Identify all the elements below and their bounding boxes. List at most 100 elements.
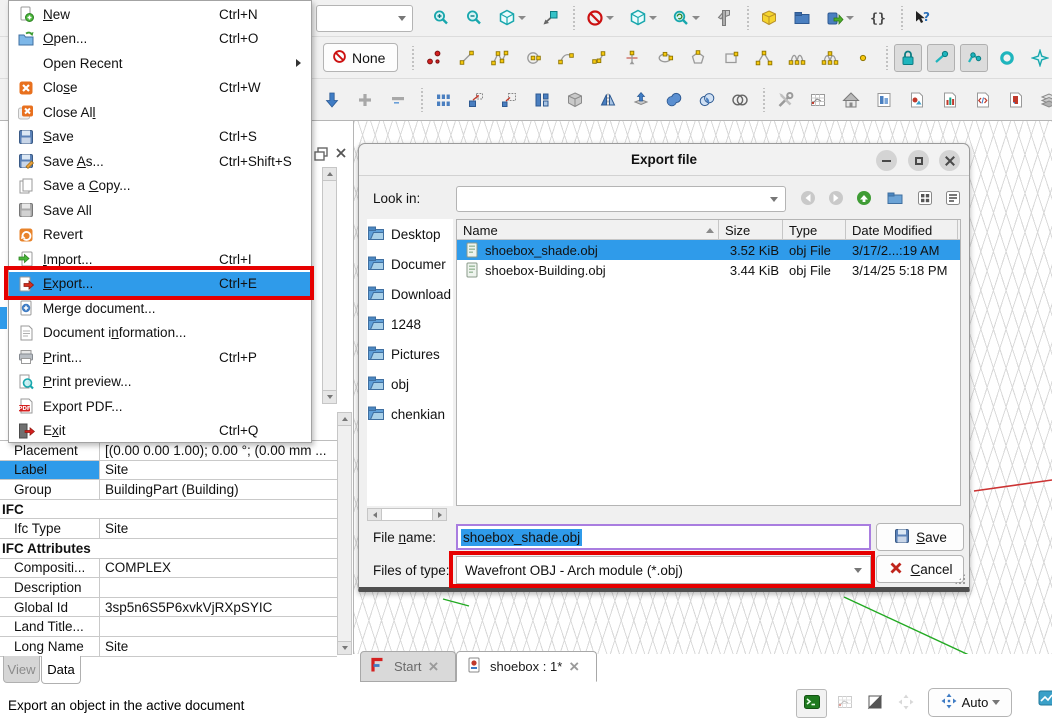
maximize-button[interactable] — [908, 150, 929, 171]
draft-line-tool[interactable] — [453, 44, 481, 72]
snap-endpoint-button[interactable] — [927, 44, 955, 72]
place-download[interactable]: Download — [367, 279, 453, 309]
up-directory-button[interactable] — [852, 187, 876, 211]
menu-item-export-pdf[interactable]: PDFExport PDF... — [9, 394, 311, 419]
property-row-compositi[interactable]: Compositi...COMPLEX — [0, 559, 337, 579]
add-component-button[interactable] — [351, 86, 379, 114]
layers-button[interactable] — [1035, 86, 1052, 114]
utility-tools-button[interactable] — [771, 86, 799, 114]
bim-box-button[interactable] — [755, 4, 783, 32]
property-row-placement[interactable]: Placement[(0.00 0.00 1.00); 0.00 °; (0.0… — [0, 441, 337, 461]
union-button[interactable] — [660, 86, 688, 114]
snap-special-button[interactable] — [1026, 44, 1052, 72]
property-row-ifc-type[interactable]: Ifc TypeSite — [0, 519, 337, 539]
menu-item-merge-document[interactable]: Merge document... — [9, 296, 311, 321]
draw-style-toggle-button[interactable] — [863, 691, 887, 715]
menu-item-print[interactable]: Print...Ctrl+P — [9, 345, 311, 370]
menu-item-new[interactable]: NewCtrl+N — [9, 2, 311, 27]
draft-fillet-tool[interactable] — [618, 44, 646, 72]
column-header-date-modified[interactable]: Date Modified — [846, 220, 958, 239]
arch-component-button[interactable] — [318, 86, 346, 114]
array-button[interactable] — [429, 86, 457, 114]
place-desktop[interactable]: Desktop — [367, 219, 453, 249]
report-button[interactable] — [1002, 86, 1030, 114]
dock-float-icon[interactable] — [314, 147, 330, 163]
menu-item-print-preview[interactable]: Print preview... — [9, 370, 311, 395]
menu-item-save-a-copy[interactable]: Save a Copy... — [9, 174, 311, 199]
bim-code-button[interactable]: {} — [864, 4, 892, 32]
menu-item-close-all[interactable]: Close All — [9, 100, 311, 125]
document-tab-shoebox[interactable]: shoebox : 1* × — [456, 651, 597, 682]
python-console-button[interactable] — [796, 689, 827, 718]
forward-button[interactable] — [824, 187, 848, 211]
draft-polyline-tool[interactable] — [486, 44, 514, 72]
menu-item-save-as[interactable]: Save As...Ctrl+Shift+S — [9, 149, 311, 174]
property-row-global-id[interactable]: Global Id3sp5n6S5P6xvkVjRXpSYIC — [0, 598, 337, 618]
sketch-view-button[interactable] — [804, 86, 832, 114]
menu-item-revert[interactable]: Revert — [9, 223, 311, 248]
compound-button[interactable] — [561, 86, 589, 114]
snap-center-button[interactable] — [993, 44, 1021, 72]
document-tab-start[interactable]: Start × — [360, 651, 456, 682]
autogroup-none-button[interactable]: None — [323, 43, 398, 72]
draft-bezier-tool[interactable] — [783, 44, 811, 72]
split-button[interactable] — [528, 86, 556, 114]
view-plane-button[interactable] — [536, 4, 564, 32]
draw-style-button[interactable] — [624, 4, 662, 32]
mirror-button[interactable] — [594, 86, 622, 114]
property-row-long-name[interactable]: Long NameSite — [0, 637, 337, 657]
cancel-button[interactable]: Cancel — [876, 555, 964, 583]
tree-scrollbar[interactable] — [322, 167, 337, 404]
property-row-label[interactable]: LabelSite — [0, 461, 337, 481]
ifc-code-button[interactable] — [969, 86, 997, 114]
draft-ellipse-tool[interactable] — [651, 44, 679, 72]
file-row-shoebox-shade-obj[interactable]: shoebox_shade.obj3.52 KiBobj File3/17/2.… — [457, 240, 960, 260]
zoom-in-button[interactable] — [427, 4, 455, 32]
scroll-down-icon[interactable] — [338, 641, 351, 654]
refresh-view-button[interactable] — [667, 4, 705, 32]
place-1248[interactable]: 1248 — [367, 309, 453, 339]
menu-item-exit[interactable]: ExitCtrl+Q — [9, 419, 311, 444]
draft-rectangle-tool[interactable] — [717, 44, 745, 72]
property-scrollbar[interactable] — [337, 412, 352, 655]
file-name-input[interactable]: shoebox_shade.obj — [456, 524, 871, 550]
list-view-button[interactable] — [941, 187, 965, 211]
draft-point-tool[interactable] — [420, 44, 448, 72]
column-header-size[interactable]: Size — [719, 220, 783, 239]
column-header-type[interactable]: Type — [783, 220, 846, 239]
files-of-type-combo[interactable]: Wavefront OBJ - Arch module (*.obj) — [456, 556, 871, 584]
place-pictures[interactable]: Pictures — [367, 339, 453, 369]
scroll-up-icon[interactable] — [323, 168, 336, 181]
draft-bspline-tool[interactable] — [750, 44, 778, 72]
draft-arc-3points-tool[interactable] — [585, 44, 613, 72]
property-row-description[interactable]: Description — [0, 578, 337, 598]
menu-item-open[interactable]: Open...Ctrl+O — [9, 27, 311, 52]
close-icon[interactable]: × — [569, 658, 579, 675]
menu-item-save[interactable]: SaveCtrl+S — [9, 125, 311, 150]
snap-lock-button[interactable] — [894, 44, 922, 72]
property-row-group[interactable]: GroupBuildingPart (Building) — [0, 480, 337, 500]
menu-item-document-information[interactable]: Document information... — [9, 321, 311, 346]
isometric-view-button[interactable] — [493, 4, 531, 32]
sidebar-horizontal-scrollbar[interactable] — [367, 508, 447, 521]
file-row-shoebox-building-obj[interactable]: shoebox-Building.obj3.44 KiBobj File3/14… — [457, 260, 960, 280]
place-chenkian[interactable]: chenkian — [367, 399, 453, 429]
column-header-name[interactable]: Name — [457, 220, 719, 239]
back-button[interactable] — [796, 187, 820, 211]
draft-point-single-tool[interactable] — [849, 44, 877, 72]
menu-item-export[interactable]: Export...Ctrl+E — [9, 272, 311, 297]
tab-data[interactable]: Data — [41, 656, 81, 684]
close-button[interactable] — [939, 150, 960, 171]
snap-midpoint-button[interactable] — [960, 44, 988, 72]
menu-item-open-recent[interactable]: Open Recent — [9, 51, 311, 76]
remove-component-button[interactable] — [384, 86, 412, 114]
look-in-combo[interactable] — [456, 186, 786, 212]
tab-view[interactable]: View — [3, 656, 40, 683]
new-folder-button[interactable] — [883, 187, 907, 211]
cut-button[interactable] — [726, 86, 754, 114]
close-icon[interactable]: × — [428, 658, 438, 675]
zoom-out-button[interactable] — [460, 4, 488, 32]
notification-icon[interactable] — [1038, 689, 1052, 717]
place-documer[interactable]: Documer — [367, 249, 453, 279]
scale-button[interactable] — [495, 86, 523, 114]
